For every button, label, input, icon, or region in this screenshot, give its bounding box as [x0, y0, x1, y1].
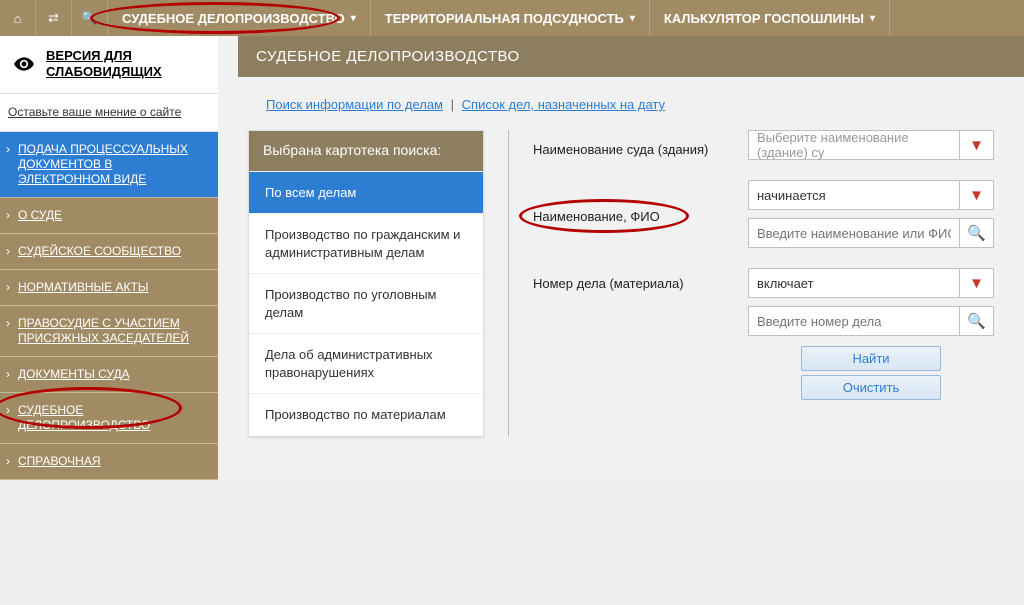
link-case-search[interactable]: Поиск информации по делам: [266, 97, 443, 112]
nav-label: ТЕРРИТОРИАЛЬНАЯ ПОДСУДНОСТЬ: [385, 11, 624, 26]
sublinks-row: Поиск информации по делам | Список дел, …: [238, 97, 1024, 130]
court-select[interactable]: Выберите наименование (здание) су: [748, 130, 960, 160]
sitemap-icon[interactable]: ⇄: [36, 0, 72, 36]
separator: |: [451, 97, 454, 112]
find-button[interactable]: Найти: [801, 346, 941, 371]
dropdown-icon[interactable]: ▼: [960, 180, 994, 210]
search-icon[interactable]: 🔍: [72, 0, 108, 36]
feedback-block: Оставьте ваше мнение о сайте: [0, 94, 218, 132]
cartoteka-title: Выбрана картотека поиска:: [249, 131, 483, 171]
clear-button[interactable]: Очистить: [801, 375, 941, 400]
cartoteka-item-civil[interactable]: Производство по гражданским и администра…: [249, 213, 483, 273]
form-labels-column: Наименование суда (здания) Наименование,…: [508, 130, 728, 437]
accessibility-link[interactable]: ВЕРСИЯ ДЛЯ СЛАБОВИДЯЩИХ: [46, 48, 204, 81]
search-icon[interactable]: 🔍: [960, 306, 994, 336]
sidenav-item-records[interactable]: СУДЕБНОЕ ДЕЛОПРОИЗВОДСТВО: [0, 393, 218, 443]
feedback-link[interactable]: Оставьте ваше мнение о сайте: [8, 105, 181, 119]
sidenav-item-documents[interactable]: ДОКУМЕНТЫ СУДА: [0, 357, 218, 392]
nav-fee-calc[interactable]: КАЛЬКУЛЯТОР ГОСПОШЛИНЫ ▾: [650, 0, 890, 36]
cartoteka-item-admin[interactable]: Дела об административных правонарушениях: [249, 333, 483, 393]
fio-input[interactable]: [748, 218, 960, 248]
cartoteka-item-all[interactable]: По всем делам: [249, 171, 483, 214]
dropdown-icon[interactable]: ▼: [960, 130, 994, 160]
sidenav-item-community[interactable]: СУДЕЙСКОЕ СООБЩЕСТВО: [0, 234, 218, 269]
case-input[interactable]: [748, 306, 960, 336]
nav-label: КАЛЬКУЛЯТОР ГОСПОШЛИНЫ: [664, 11, 864, 26]
home-icon[interactable]: ⌂: [0, 0, 36, 36]
page-title: СУДЕБНОЕ ДЕЛОПРОИЗВОДСТВО: [238, 36, 1024, 77]
nav-court-records[interactable]: СУДЕБНОЕ ДЕЛОПРОИЗВОДСТВО ▾: [108, 0, 371, 36]
label-fio-text: Наименование, ФИО: [533, 209, 660, 224]
sidenav-item-about[interactable]: О СУДЕ: [0, 198, 218, 233]
label-fio: Наименование, ФИО: [533, 209, 728, 224]
top-navbar: ⌂ ⇄ 🔍 СУДЕБНОЕ ДЕЛОПРОИЗВОДСТВО ▾ ТЕРРИТО…: [0, 0, 1024, 36]
case-mode-select[interactable]: включает: [748, 268, 960, 298]
cartoteka-item-material[interactable]: Производство по материалам: [249, 393, 483, 436]
cartoteka-item-criminal[interactable]: Производство по уголовным делам: [249, 273, 483, 333]
nav-territorial[interactable]: ТЕРРИТОРИАЛЬНАЯ ПОДСУДНОСТЬ ▾: [371, 0, 650, 36]
sidenav-item-acts[interactable]: НОРМАТИВНЫЕ АКТЫ: [0, 270, 218, 305]
fio-mode-select[interactable]: начинается: [748, 180, 960, 210]
chevron-down-icon: ▾: [351, 13, 356, 24]
accessibility-mode[interactable]: ВЕРСИЯ ДЛЯ СЛАБОВИДЯЩИХ: [0, 36, 218, 94]
chevron-down-icon: ▾: [870, 13, 875, 24]
chevron-down-icon: ▾: [630, 13, 635, 24]
search-icon[interactable]: 🔍: [960, 218, 994, 248]
nav-label: СУДЕБНОЕ ДЕЛОПРОИЗВОДСТВО: [122, 11, 345, 26]
label-court: Наименование суда (здания): [533, 142, 728, 157]
sidenav-item-jury[interactable]: ПРАВОСУДИЕ С УЧАСТИЕМ ПРИСЯЖНЫХ ЗАСЕДАТЕ…: [0, 306, 218, 356]
dropdown-icon[interactable]: ▼: [960, 268, 994, 298]
eye-icon: [14, 55, 34, 73]
cartoteka-card: Выбрана картотека поиска: По всем делам …: [248, 130, 484, 437]
label-case: Номер дела (материала): [533, 276, 728, 291]
side-navigation: ПОДАЧА ПРОЦЕССУАЛЬНЫХ ДОКУМЕНТОВ В ЭЛЕКТ…: [0, 132, 218, 480]
sidenav-item-submission[interactable]: ПОДАЧА ПРОЦЕССУАЛЬНЫХ ДОКУМЕНТОВ В ЭЛЕКТ…: [0, 132, 218, 197]
form-inputs-column: Выберите наименование (здание) су ▼ начи…: [748, 130, 1014, 437]
sidenav-item-reference[interactable]: СПРАВОЧНАЯ: [0, 444, 218, 479]
link-case-list[interactable]: Список дел, назначенных на дату: [462, 97, 665, 112]
